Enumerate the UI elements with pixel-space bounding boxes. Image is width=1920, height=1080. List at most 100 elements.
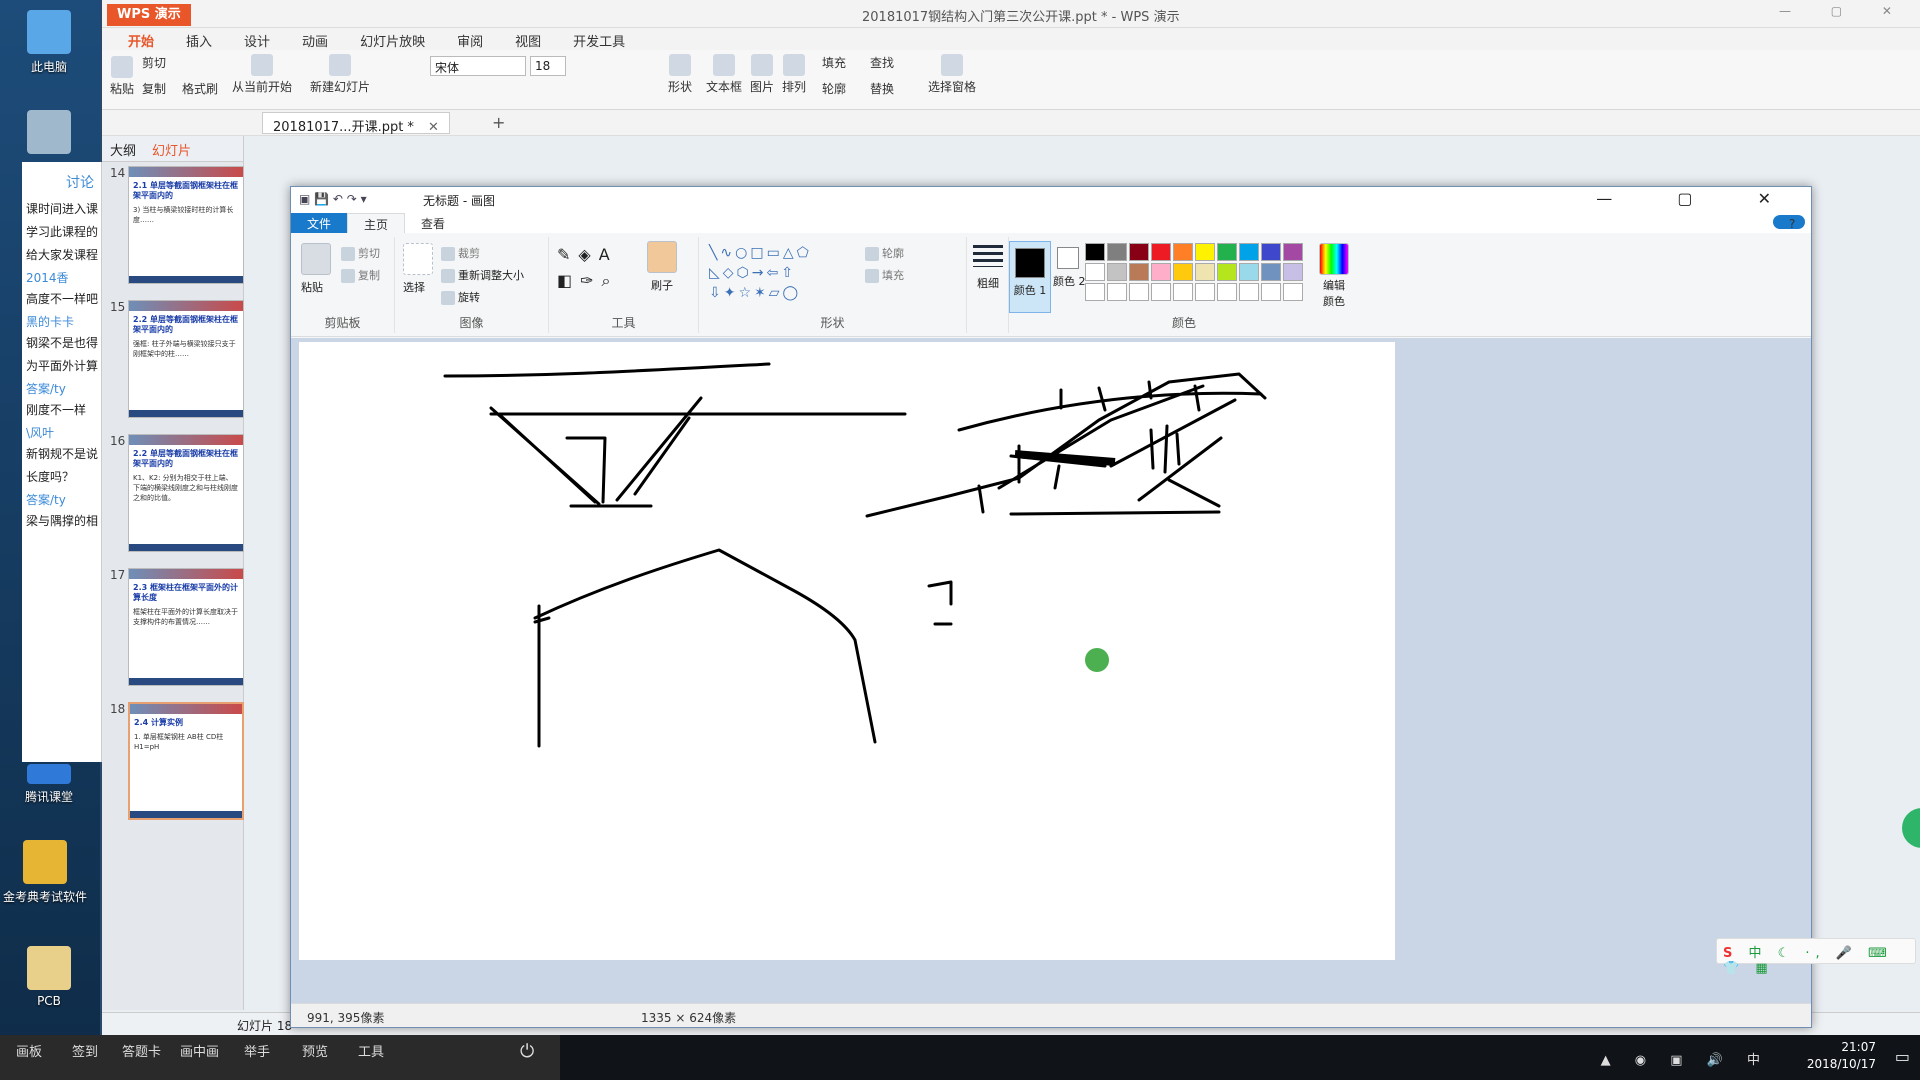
desktop-icon-recycle-bin[interactable]: [4, 110, 94, 158]
color-swatch[interactable]: [1217, 243, 1237, 261]
copy-button[interactable]: 复制: [341, 267, 380, 283]
color-swatch[interactable]: [1085, 263, 1105, 281]
edit-colors-button[interactable]: 编辑颜色: [1319, 243, 1349, 309]
resize-button[interactable]: 重新调整大小: [441, 267, 524, 283]
shapes-gallery[interactable]: ╲∿○□▭△⬠ ◺◇⬡→⇦⇧ ⇩✦☆✶▱◯: [709, 243, 849, 303]
slide-thumbnail-selected[interactable]: 18 2.4 计算实例 1. 单层框架钢柱 AB柱 CD柱 H1=pH: [102, 702, 244, 836]
rotate-button[interactable]: 旋转: [441, 289, 480, 305]
size-button[interactable]: 粗细: [973, 245, 1003, 291]
tab-insert[interactable]: 插入: [170, 28, 228, 50]
select-button[interactable]: 选择: [403, 243, 433, 295]
color-swatch[interactable]: [1151, 263, 1171, 281]
shape-button[interactable]: 形状: [668, 54, 692, 95]
font-name-select[interactable]: 宋体: [430, 56, 526, 76]
color-swatch[interactable]: [1195, 263, 1215, 281]
cut-button[interactable]: 剪切: [142, 54, 166, 71]
tab-view[interactable]: 视图: [499, 28, 557, 50]
document-tab[interactable]: 20181017...开课.ppt * ✕: [262, 112, 450, 135]
cut-button[interactable]: 剪切: [341, 245, 380, 261]
chat-username[interactable]: 黑的卡卡: [22, 311, 101, 332]
tab-slideshow[interactable]: 幻灯片放映: [344, 28, 441, 50]
color-swatch[interactable]: [1283, 263, 1303, 281]
picture-button[interactable]: 图片: [750, 54, 774, 95]
color-swatch[interactable]: [1283, 283, 1303, 301]
play-from-current-button[interactable]: 从当前开始: [232, 54, 292, 95]
color-swatch[interactable]: [1239, 283, 1259, 301]
textbox-button[interactable]: 文本框: [706, 54, 742, 95]
new-tab-button[interactable]: +: [492, 113, 505, 132]
fill-button[interactable]: 填充: [822, 54, 846, 71]
slide-thumbnail[interactable]: 16 2.2 单层等截面钢框架柱在框架平面内的 K1、K2: 分别为相交于柱上端、…: [102, 434, 244, 568]
color-swatch[interactable]: [1173, 243, 1193, 261]
whiteboard-button[interactable]: 画板: [16, 1041, 42, 1060]
color-swatch[interactable]: [1107, 243, 1127, 261]
crop-button[interactable]: 裁剪: [441, 245, 480, 261]
slide-thumbnail[interactable]: 14 2.1 单层等截面钢框架柱在框架平面内的 3) 当柱与横梁铰接时柱的计算长度…: [102, 166, 244, 300]
power-icon[interactable]: ⏻: [520, 1041, 534, 1062]
color-swatch[interactable]: [1151, 283, 1171, 301]
format-painter-button[interactable]: 格式刷: [182, 80, 218, 97]
tool-icons-row2[interactable]: ◧✑⌕: [557, 271, 618, 291]
tab-home[interactable]: 主页: [347, 213, 406, 233]
tab-file[interactable]: 文件: [291, 213, 348, 233]
color-swatch[interactable]: [1283, 243, 1303, 261]
arrange-button[interactable]: 排列: [782, 54, 806, 95]
chat-username[interactable]: 答案/ty: [22, 378, 101, 399]
paste-button[interactable]: 粘贴: [110, 56, 134, 97]
slide-thumbnail[interactable]: 15 2.2 单层等截面钢框架柱在框架平面内的 强框: 柱子外端与横梁铰接只支于刚…: [102, 300, 244, 434]
quick-access-toolbar[interactable]: ▣ 💾 ↶ ↷ ▾: [299, 192, 367, 206]
chat-username[interactable]: 答案/ty: [22, 489, 101, 510]
ime-toolbar[interactable]: S 中 ☾ ·, 🎤 ⌨ 👕 ▦: [1716, 938, 1916, 976]
selection-pane-button[interactable]: 选择窗格: [928, 54, 976, 95]
desktop-icon-tencent-class[interactable]: 腾讯课堂: [4, 764, 94, 805]
color-swatch[interactable]: [1173, 263, 1193, 281]
tool-icons[interactable]: ✎◈A: [557, 245, 618, 264]
notification-icon[interactable]: ▭: [1895, 1047, 1910, 1066]
system-tray[interactable]: ▲ ◉ ▣ 🔊 中: [1601, 1049, 1770, 1068]
color-swatch[interactable]: [1107, 283, 1127, 301]
color-swatch[interactable]: [1129, 243, 1149, 261]
desktop-icon-this-pc[interactable]: 此电脑: [4, 10, 94, 75]
wps-window-controls[interactable]: — ▢ ✕: [1779, 4, 1910, 18]
color-swatch[interactable]: [1239, 263, 1259, 281]
replace-button[interactable]: 替换: [870, 80, 894, 97]
color-swatch[interactable]: [1173, 283, 1193, 301]
raise-hand-button[interactable]: 举手: [244, 1041, 270, 1060]
color-swatch[interactable]: [1261, 243, 1281, 261]
desktop-icon-exam[interactable]: 金考典考试软件: [0, 840, 90, 905]
tab-review[interactable]: 审阅: [441, 28, 499, 50]
color-swatch[interactable]: [1195, 243, 1215, 261]
color-swatch[interactable]: [1261, 263, 1281, 281]
color2-button[interactable]: 颜色 2: [1053, 241, 1086, 289]
slide-thumbnail[interactable]: 17 2.3 框架柱在框架平面外的计算长度 框架柱在平面外的计算长度取决于支撑构件…: [102, 568, 244, 702]
color-swatch[interactable]: [1217, 263, 1237, 281]
color-swatch[interactable]: [1151, 243, 1171, 261]
color-swatch[interactable]: [1217, 283, 1237, 301]
tab-developer[interactable]: 开发工具: [557, 28, 641, 50]
picture-in-picture-button[interactable]: 画中画: [180, 1041, 219, 1060]
copy-button[interactable]: 复制: [142, 80, 166, 97]
desktop-icon-pcb[interactable]: PCB: [4, 946, 94, 1008]
clock[interactable]: 21:07 2018/10/17: [1807, 1039, 1876, 1073]
tools-button[interactable]: 工具: [358, 1041, 384, 1060]
font-size-select[interactable]: 18: [530, 56, 566, 76]
brushes-button[interactable]: 刷子: [647, 241, 677, 293]
color-swatch[interactable]: [1129, 283, 1149, 301]
sign-in-button[interactable]: 签到: [72, 1041, 98, 1060]
tab-outline[interactable]: 大纲: [102, 136, 144, 161]
wps-app-menu[interactable]: WPS 演示: [107, 4, 191, 26]
new-slide-button[interactable]: 新建幻灯片: [310, 54, 370, 95]
color-swatch[interactable]: [1085, 243, 1105, 261]
help-icon[interactable]: ?: [1773, 215, 1805, 231]
color-swatch[interactable]: [1195, 283, 1215, 301]
discussion-header[interactable]: 讨论: [22, 162, 101, 198]
tab-slides[interactable]: 幻灯片: [144, 136, 199, 161]
tab-animation[interactable]: 动画: [286, 28, 344, 50]
tab-view[interactable]: 查看: [405, 213, 461, 233]
color-swatch[interactable]: [1261, 283, 1281, 301]
drawing-canvas[interactable]: [299, 342, 1395, 960]
color-swatch[interactable]: [1239, 243, 1259, 261]
answer-card-button[interactable]: 答题卡: [122, 1041, 161, 1060]
close-tab-icon[interactable]: ✕: [428, 120, 439, 135]
paint-window-controls[interactable]: — ▢ ✕: [1596, 189, 1801, 208]
